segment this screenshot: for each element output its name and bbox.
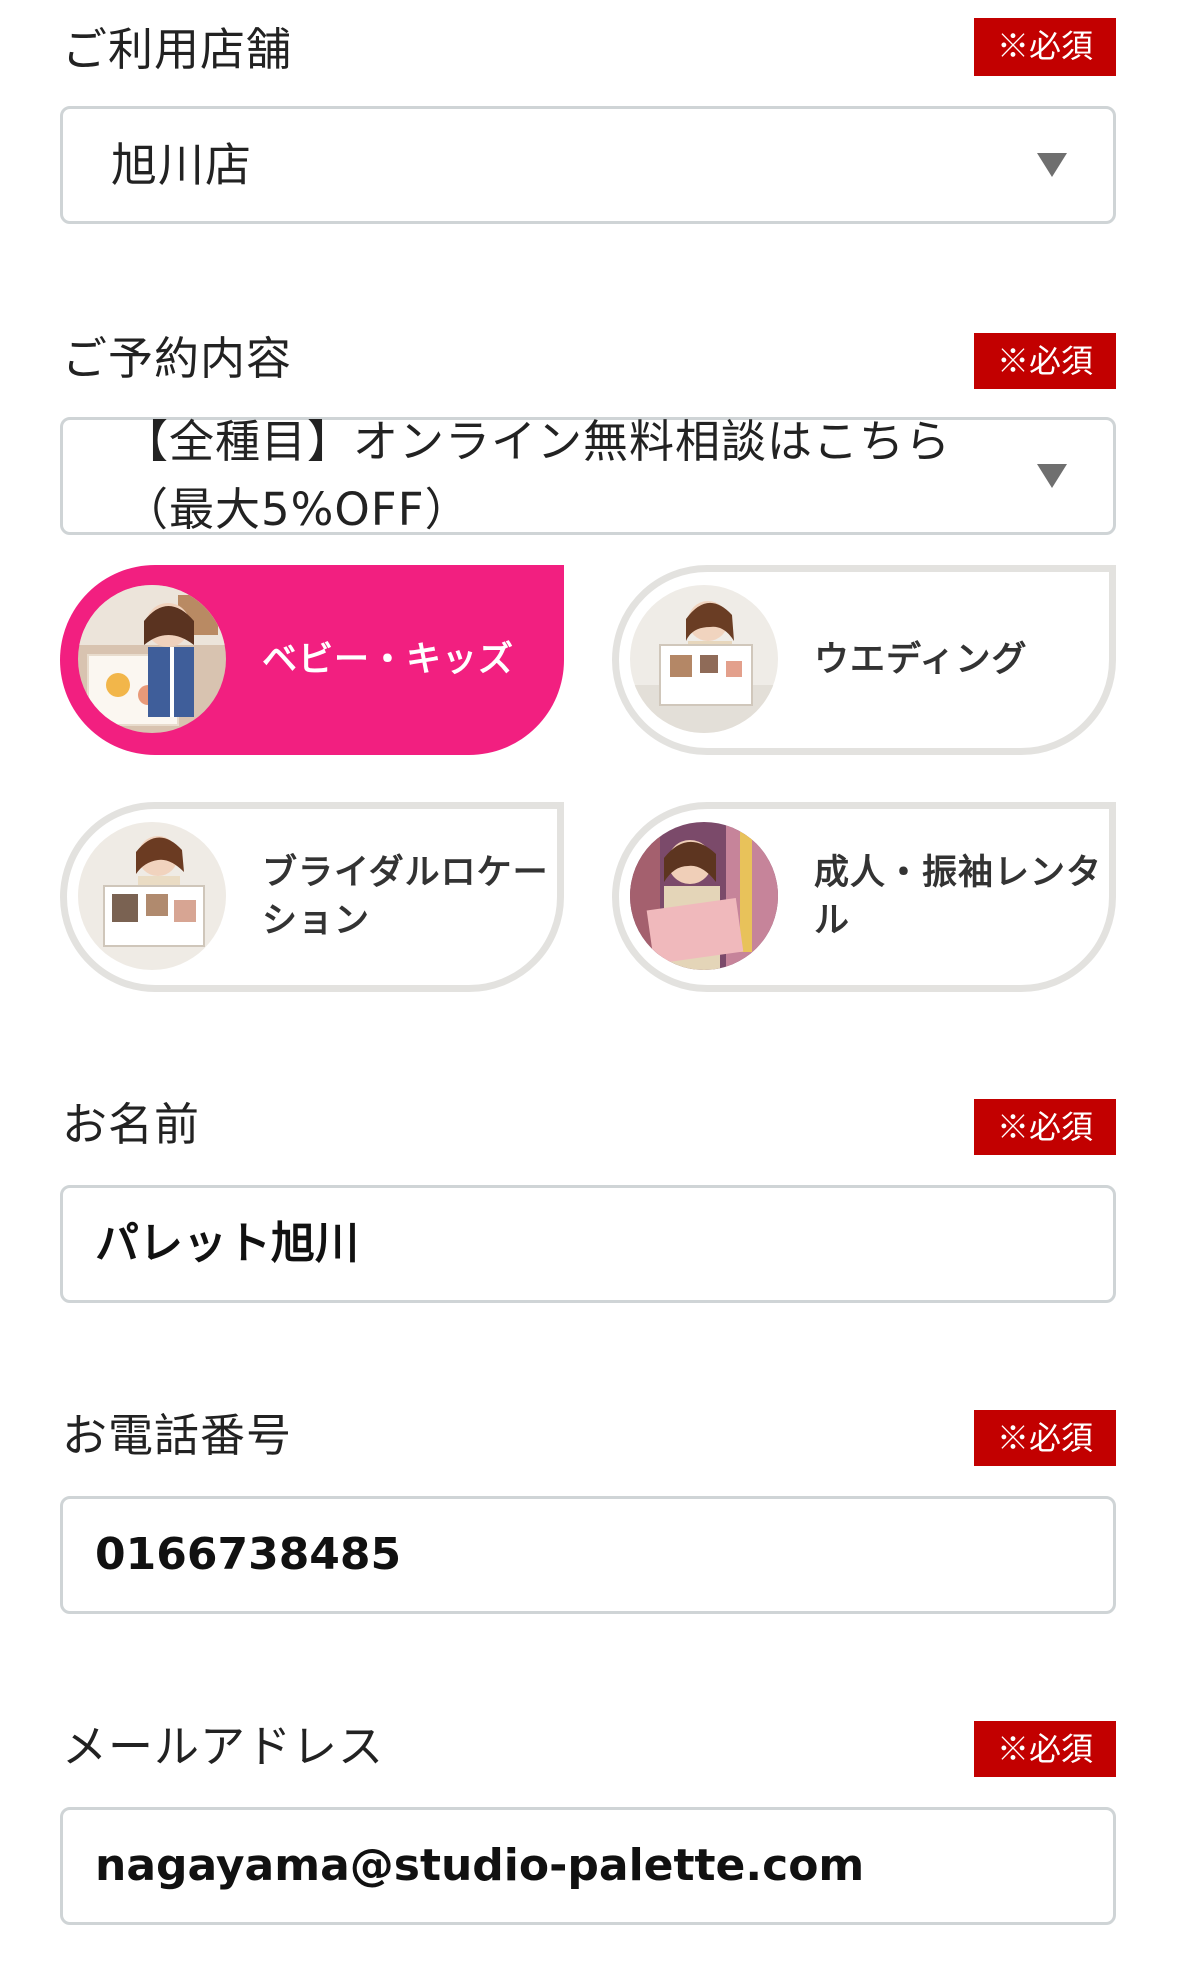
booking-label: ご予約内容: [62, 332, 293, 385]
category-label: ブライダルロケーション: [262, 853, 549, 941]
staff-photo-wedding-icon: [630, 585, 778, 733]
email-input-value: nagayama@studio-palette.com: [95, 1840, 865, 1891]
category-baby-kids[interactable]: ベビー・キッズ: [60, 565, 564, 755]
store-label-row: ご利用店舗 ※必須: [60, 18, 1116, 82]
name-required-badge: ※必須: [974, 1099, 1116, 1155]
name-label: お名前: [62, 1098, 201, 1151]
category-label: 成人・振袖レンタル: [814, 853, 1103, 941]
email-label-row: メールアドレス ※必須: [60, 1715, 1116, 1779]
booking-section: ご予約内容 ※必須 【全種目】オンライン無料相談はこちら（最大5%OFF）: [60, 327, 1116, 536]
store-select[interactable]: 旭川店: [60, 106, 1116, 224]
name-section: お名前 ※必須 パレット旭川: [60, 1093, 1116, 1303]
phone-input[interactable]: 0166738485: [60, 1496, 1116, 1614]
dropdown-arrow-icon: [1037, 464, 1067, 488]
store-label: ご利用店舗: [62, 23, 293, 76]
booking-select[interactable]: 【全種目】オンライン無料相談はこちら（最大5%OFF）: [60, 415, 1116, 536]
staff-photo-baby-kids-icon: [78, 585, 226, 733]
dropdown-arrow-icon: [1037, 153, 1067, 177]
store-select-value: 旭川店: [111, 138, 252, 192]
email-input[interactable]: nagayama@studio-palette.com: [60, 1807, 1116, 1925]
phone-input-value: 0166738485: [95, 1529, 402, 1580]
phone-section: お電話番号 ※必須 0166738485: [60, 1404, 1116, 1614]
store-section: ご利用店舗 ※必須 旭川店: [60, 18, 1116, 224]
phone-label-row: お電話番号 ※必須: [60, 1404, 1116, 1468]
email-section: メールアドレス ※必須 nagayama@studio-palette.com: [60, 1715, 1116, 1925]
category-coming-of-age[interactable]: 成人・振袖レンタル: [612, 802, 1116, 992]
category-bridal-location[interactable]: ブライダルロケーション: [60, 802, 564, 992]
category-label: ウエディング: [814, 640, 1028, 680]
name-label-row: お名前 ※必須: [60, 1093, 1116, 1157]
booking-select-value: 【全種目】オンライン無料相談はこちら（最大5%OFF）: [123, 415, 952, 536]
booking-label-row: ご予約内容 ※必須: [60, 327, 1116, 391]
booking-required-badge: ※必須: [974, 333, 1116, 389]
phone-label: お電話番号: [62, 1409, 293, 1462]
name-input-value: パレット旭川: [95, 1218, 359, 1269]
category-wedding[interactable]: ウエディング: [612, 565, 1116, 755]
staff-photo-coming-of-age-icon: [630, 822, 778, 970]
name-input[interactable]: パレット旭川: [60, 1185, 1116, 1303]
staff-photo-bridal-location-icon: [78, 822, 226, 970]
phone-required-badge: ※必須: [974, 1410, 1116, 1466]
category-label: ベビー・キッズ: [262, 640, 515, 680]
email-required-badge: ※必須: [974, 1721, 1116, 1777]
store-required-badge: ※必須: [974, 18, 1116, 76]
email-label: メールアドレス: [62, 1720, 385, 1773]
